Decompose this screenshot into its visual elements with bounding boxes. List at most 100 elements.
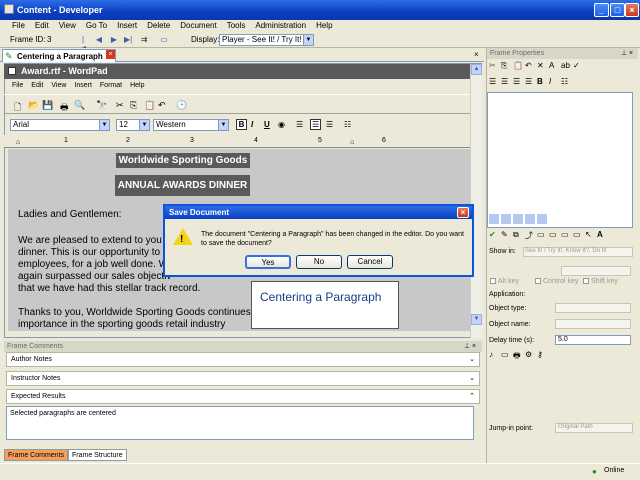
chevron-up-icon[interactable]: ⌃: [469, 392, 475, 400]
control-key-checkbox[interactable]: Control key: [535, 278, 578, 285]
wp-menu-file[interactable]: File: [12, 80, 23, 92]
expected-results-text[interactable]: Selected paragraphs are centered: [6, 406, 474, 440]
scroll-up-icon[interactable]: ▲: [471, 64, 482, 75]
settings-icon[interactable]: ⚙: [525, 350, 535, 360]
right-indent-marker-icon[interactable]: ⌂: [350, 139, 354, 146]
vertical-scrollbar[interactable]: [470, 64, 482, 338]
no-button[interactable]: No: [296, 255, 342, 269]
expected-results-row[interactable]: Expected Results ⌃: [6, 389, 480, 404]
date-time-icon[interactable]: 🕑: [176, 100, 187, 111]
chevron-down-icon[interactable]: ⌄: [469, 374, 475, 382]
font-icon[interactable]: A: [597, 230, 607, 240]
justify-icon[interactable]: ☰: [525, 77, 535, 87]
author-notes-row[interactable]: Author Notes ⌄: [6, 352, 480, 367]
align-center-icon[interactable]: ☰: [501, 77, 511, 87]
dialog-close-icon[interactable]: ×: [457, 207, 469, 218]
chevron-down-icon[interactable]: ⌄: [469, 355, 475, 363]
link-icon[interactable]: ⧉: [513, 230, 523, 240]
key-icon[interactable]: ⚷: [537, 350, 547, 360]
object-name-field[interactable]: [555, 319, 631, 329]
box-icon[interactable]: ▭: [561, 230, 571, 240]
menu-administration[interactable]: Administration: [255, 20, 306, 32]
minimize-button[interactable]: _: [594, 3, 609, 17]
menu-insert[interactable]: Insert: [117, 20, 137, 32]
align-right-icon[interactable]: ☰: [513, 77, 523, 87]
delay-time-select[interactable]: 5.0: [555, 335, 631, 345]
box-icon[interactable]: ▭: [573, 230, 583, 240]
new-icon[interactable]: 🗋: [14, 100, 21, 116]
sound-icon[interactable]: ♪: [489, 350, 499, 360]
tab-frame-comments[interactable]: Frame Comments: [4, 449, 69, 461]
align-center-icon[interactable]: ☰: [310, 119, 322, 130]
menu-goto[interactable]: Go To: [86, 20, 107, 32]
font-select[interactable]: Arial ▼: [10, 119, 110, 131]
font-icon[interactable]: A: [549, 61, 559, 71]
first-frame-icon[interactable]: |◀: [79, 35, 87, 53]
cancel-button[interactable]: Cancel: [347, 255, 393, 269]
spell-icon[interactable]: ✓: [573, 61, 583, 71]
pin-icon[interactable]: ⊥ ×: [464, 342, 476, 350]
pointer-icon[interactable]: ↖: [585, 230, 595, 240]
cut-icon[interactable]: ✂: [116, 100, 124, 111]
cut-icon[interactable]: ✂: [489, 61, 499, 71]
tab-frame-structure[interactable]: Frame Structure: [68, 449, 127, 461]
find-icon[interactable]: 🔭: [96, 100, 107, 111]
copy-icon[interactable]: ⎘: [501, 61, 511, 71]
menu-help[interactable]: Help: [316, 20, 332, 32]
jump-in-field[interactable]: Original Path: [555, 423, 633, 433]
paste-icon[interactable]: 📋: [513, 61, 523, 71]
wp-menu-help[interactable]: Help: [130, 80, 144, 92]
copy-icon[interactable]: ⎘: [130, 100, 137, 111]
next-frame-icon[interactable]: ▶: [110, 35, 118, 44]
shift-key-checkbox[interactable]: Shift key: [583, 278, 618, 285]
list-icon[interactable]: ☷: [561, 77, 571, 87]
tab-centering-a-paragraph[interactable]: Centering a Paragraph: [2, 49, 116, 62]
menu-view[interactable]: View: [59, 20, 76, 32]
box-icon[interactable]: ▭: [549, 230, 559, 240]
close-tab-icon[interactable]: ×: [106, 50, 115, 59]
object-type-select[interactable]: [555, 303, 631, 313]
delete-icon[interactable]: ✕: [537, 61, 547, 71]
frame-type-icon[interactable]: [513, 214, 523, 224]
paste-icon[interactable]: 📋: [144, 100, 155, 111]
align-left-icon[interactable]: ☰: [489, 77, 499, 87]
size-select[interactable]: 12 ▼: [116, 119, 150, 131]
frame-type-icon[interactable]: [489, 214, 499, 224]
abc-icon[interactable]: ab: [561, 61, 571, 71]
align-left-icon[interactable]: ☰: [296, 120, 303, 129]
menu-file[interactable]: File: [12, 20, 25, 32]
instructor-notes-row[interactable]: Instructor Notes ⌄: [6, 371, 480, 386]
frame-type-icon[interactable]: [525, 214, 535, 224]
menu-edit[interactable]: Edit: [35, 20, 49, 32]
prev-frame-icon[interactable]: ◀: [95, 35, 103, 44]
jump-icon[interactable]: ⇉: [140, 35, 148, 44]
bold-icon[interactable]: B: [537, 77, 547, 87]
maximize-button[interactable]: □: [610, 3, 625, 17]
close-pane-icon[interactable]: ×: [474, 50, 479, 59]
checkbox[interactable]: [535, 278, 541, 285]
print-preview-icon[interactable]: 🔍: [74, 100, 85, 111]
frame-type-icon[interactable]: [537, 214, 547, 224]
italic-icon[interactable]: I: [251, 120, 253, 129]
bold-icon[interactable]: B: [236, 119, 247, 130]
italic-icon[interactable]: I: [549, 77, 559, 87]
show-in-select[interactable]: See It! / Try It!, Know It?, Do It!: [523, 247, 633, 257]
scroll-down-icon[interactable]: ▼: [471, 314, 482, 325]
open-icon[interactable]: 📂: [28, 100, 39, 111]
underline-icon[interactable]: U: [264, 120, 270, 129]
bullets-icon[interactable]: ☷: [344, 120, 351, 129]
wp-menu-insert[interactable]: Insert: [74, 80, 92, 92]
edit-icon[interactable]: ✎: [501, 230, 511, 240]
checkbox[interactable]: [490, 278, 496, 285]
color-icon[interactable]: ◉: [278, 120, 285, 129]
print-icon[interactable]: 🖶: [60, 100, 69, 116]
undo-icon[interactable]: ↶: [525, 61, 535, 71]
print-icon[interactable]: 🖶: [513, 350, 523, 360]
save-icon[interactable]: 💾: [42, 100, 53, 111]
box-icon[interactable]: ▭: [537, 230, 547, 240]
wp-menu-edit[interactable]: Edit: [31, 80, 43, 92]
yes-button[interactable]: Yes: [245, 255, 291, 269]
menu-document[interactable]: Document: [180, 20, 216, 32]
display-select[interactable]: Player - See It! / Try It! ▼: [219, 34, 314, 46]
toggle-icon[interactable]: ▭: [160, 35, 168, 44]
